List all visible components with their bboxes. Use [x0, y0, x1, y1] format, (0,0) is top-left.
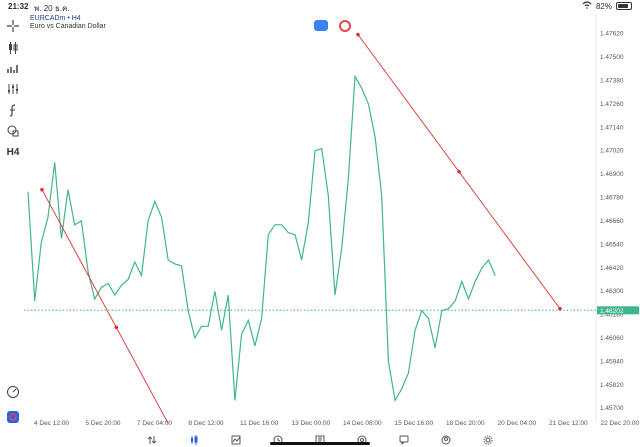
x-tick-label: 20 Dec 04:00	[497, 420, 537, 427]
x-tick-label: 8 Dec 12:00	[188, 420, 224, 427]
left-toolbar: H4	[0, 13, 24, 423]
trend-line-handle[interactable]	[558, 306, 562, 311]
y-tick-label: 1.47500	[600, 54, 624, 61]
settings-icon	[483, 432, 493, 447]
y-tick-label: 1.46660	[600, 218, 624, 225]
price-chart[interactable]: 1.47620 1.47500 1.47380 1.47260 1.47140 1.470…	[24, 13, 640, 423]
candles-icon[interactable]	[4, 38, 22, 56]
x-tick-label: 22 Dec 20:00	[600, 420, 640, 427]
function-icon[interactable]	[4, 101, 22, 119]
y-tick-label: 1.46420	[600, 265, 624, 272]
chat-icon	[399, 432, 409, 447]
nav-item-account[interactable]: บัญชี	[429, 432, 463, 447]
y-tick-label: 1.47140	[600, 124, 624, 131]
x-tick-label: 7 Dec 04:00	[137, 420, 173, 427]
trend-line-handle[interactable]	[457, 169, 461, 174]
trend-line-handle[interactable]	[356, 32, 360, 37]
y-tick-label: 1.47620	[600, 31, 624, 38]
current-price-label: 1.46202	[600, 308, 624, 315]
nav-item-chat[interactable]: แชท	[387, 432, 421, 447]
trend-line-handle[interactable]	[114, 325, 119, 330]
nav-item-trend[interactable]: การซื้อขาย	[219, 432, 253, 447]
speed-icon[interactable]	[4, 383, 22, 401]
y-tick-label: 1.46060	[600, 335, 624, 342]
x-tick-label: 18 Dec 20:00	[446, 420, 485, 427]
x-tick-label: 15 Dec 16:00	[394, 420, 434, 427]
candles-icon	[189, 432, 199, 447]
wifi-icon	[582, 1, 592, 11]
brand-icon[interactable]	[4, 408, 22, 426]
y-tick-label: 1.47380	[600, 77, 624, 84]
y-tick-label: 1.45940	[600, 358, 624, 365]
y-tick-label: 1.47020	[600, 148, 624, 155]
home-indicator	[270, 442, 370, 445]
nav-item-settings[interactable]: การตั้งค่า	[471, 432, 505, 447]
trend-line-handle[interactable]	[40, 187, 44, 192]
indicators-icon[interactable]	[4, 59, 22, 77]
status-time: 21:32	[8, 2, 29, 11]
x-tick-label: 11 Dec 16:00	[240, 420, 279, 427]
timeframe-button[interactable]: H4	[4, 143, 22, 161]
trend-icon	[231, 432, 241, 447]
y-tick-label: 1.46780	[600, 195, 624, 202]
y-tick-label: 1.45700	[600, 405, 624, 412]
y-tick-label: 1.46900	[600, 171, 624, 178]
y-tick-label: 1.45820	[600, 382, 624, 389]
battery-icon	[616, 2, 632, 10]
settings-sliders-icon[interactable]	[4, 80, 22, 98]
time-axis: 4 Dec 12:00 5 Dec 20:00 7 Dec 04:00 8 Dec 1…	[24, 420, 640, 432]
swap-icon	[147, 432, 157, 447]
timeframe-label: H4	[6, 146, 20, 158]
account-icon	[441, 432, 451, 447]
nav-item-swap[interactable]: ราคา	[135, 432, 169, 447]
x-tick-label: 13 Dec 00:00	[291, 420, 331, 427]
x-tick-label: 21 Dec 12:00	[549, 420, 588, 427]
objects-icon[interactable]	[4, 122, 22, 140]
status-right: 82%	[582, 1, 632, 11]
battery-percent: 82%	[595, 1, 612, 11]
chart-area[interactable]: EURCADm • H4 Euro vs Canadian Dollar 1.4…	[24, 13, 640, 423]
status-bar: 21:32 พ. 20 ธ.ค. 82%	[0, 0, 640, 13]
nav-item-candles[interactable]: กราฟ	[177, 432, 211, 447]
trend-line[interactable]	[41, 189, 191, 423]
crosshair-icon[interactable]	[4, 17, 22, 35]
x-tick-label: 4 Dec 12:00	[34, 420, 70, 427]
y-tick-label: 1.46540	[600, 241, 624, 248]
x-tick-label: 5 Dec 20:00	[85, 420, 121, 427]
y-tick-label: 1.46300	[600, 288, 624, 295]
y-tick-label: 1.47260	[600, 101, 624, 108]
x-tick-label: 14 Dec 08:00	[343, 420, 382, 427]
